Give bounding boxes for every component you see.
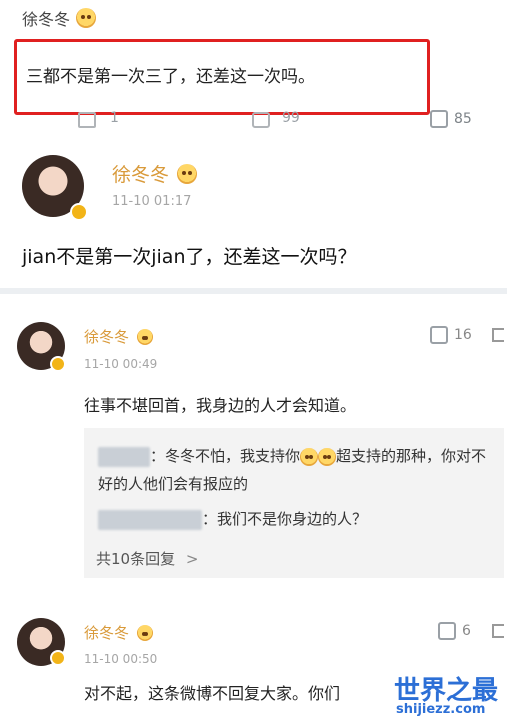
like-count: 85 bbox=[454, 111, 472, 127]
thumb-up-icon bbox=[430, 110, 448, 128]
watermark-url: shijiezz.com bbox=[396, 702, 486, 717]
commenter-name[interactable]: 徐冬冬 bbox=[112, 160, 169, 187]
section-divider bbox=[0, 288, 507, 294]
more-icon[interactable] bbox=[492, 328, 504, 342]
comment-timestamp: 11-10 00:49 bbox=[84, 357, 158, 371]
reply-thread: ：冬冬不怕，我支持你 超支持的那种，你对不好的人他们会有报应的 ：我们不是你身边的… bbox=[84, 428, 504, 578]
comment-text: 往事不堪回首，我身边的人才会知道。 bbox=[84, 396, 357, 415]
face-emoji-icon bbox=[76, 8, 97, 28]
like-count: 6 bbox=[462, 623, 471, 639]
thumb-up-icon bbox=[430, 326, 448, 344]
comment-text: 三都不是第一次三了，还差这一次吗。 bbox=[26, 67, 315, 87]
verified-badge-icon bbox=[70, 203, 88, 221]
comment-3: 徐冬冬 11-10 00:49 16 往事不堪回首，我身边的人才会知道。 ：冬冬… bbox=[0, 300, 507, 600]
face-emoji-icon bbox=[300, 447, 319, 466]
reply-text: ：冬冬不怕，我支持你 bbox=[150, 447, 301, 465]
comment-timestamp: 11-10 00:50 bbox=[84, 652, 158, 666]
comment-action-bar: 1 99 85 bbox=[78, 110, 498, 132]
comment-icon[interactable] bbox=[252, 112, 270, 128]
commenter-name[interactable]: 徐冬冬 bbox=[84, 622, 129, 643]
blurred-username bbox=[98, 509, 202, 530]
comment-2: 徐冬冬 11-10 01:17 jian不是第一次jian了，还差这一次吗？ bbox=[0, 140, 507, 285]
like-button[interactable]: 16 bbox=[430, 326, 472, 344]
commenter-name[interactable]: 徐冬冬 bbox=[84, 326, 129, 347]
like-button[interactable]: 85 bbox=[430, 110, 472, 128]
comment-text: 对不起，这条微博不回复大家。你们 bbox=[84, 684, 341, 703]
more-replies-link[interactable]: 共10条回复 > bbox=[96, 548, 198, 569]
watermark: 世界之最 shijiezz.com bbox=[392, 670, 504, 720]
thumb-up-icon bbox=[438, 622, 456, 640]
comment-text: jian不是第一次jian了，还差这一次吗？ bbox=[22, 246, 357, 268]
reply-text: ：我们不是你身边的人？ bbox=[202, 510, 368, 528]
verified-badge-icon bbox=[50, 356, 66, 372]
reply-item: ：我们不是你身边的人？ bbox=[98, 508, 367, 530]
reply-count: 1 bbox=[110, 110, 119, 126]
face-emoji-icon bbox=[137, 624, 154, 641]
comment-count: 99 bbox=[282, 110, 300, 126]
reply-item: ：冬冬不怕，我支持你 超支持的那种，你对不好的人他们会有报应的 bbox=[98, 442, 496, 498]
like-count: 16 bbox=[454, 327, 472, 343]
more-replies-text: 共10条回复 bbox=[96, 550, 176, 568]
chevron-right-icon: > bbox=[185, 550, 199, 568]
comment-1: 徐冬冬 三都不是第一次三了，还差这一次吗。 1 99 85 bbox=[0, 0, 507, 140]
more-icon[interactable] bbox=[492, 624, 504, 638]
face-emoji-icon bbox=[318, 447, 337, 466]
like-button[interactable]: 6 bbox=[438, 622, 471, 640]
face-emoji-icon bbox=[137, 328, 154, 345]
commenter-name[interactable]: 徐冬冬 bbox=[22, 6, 70, 30]
reply-icon[interactable] bbox=[78, 112, 96, 128]
verified-badge-icon bbox=[50, 650, 66, 666]
face-emoji-icon bbox=[177, 163, 198, 184]
blurred-username bbox=[98, 446, 150, 467]
comment-timestamp: 11-10 01:17 bbox=[112, 194, 192, 209]
